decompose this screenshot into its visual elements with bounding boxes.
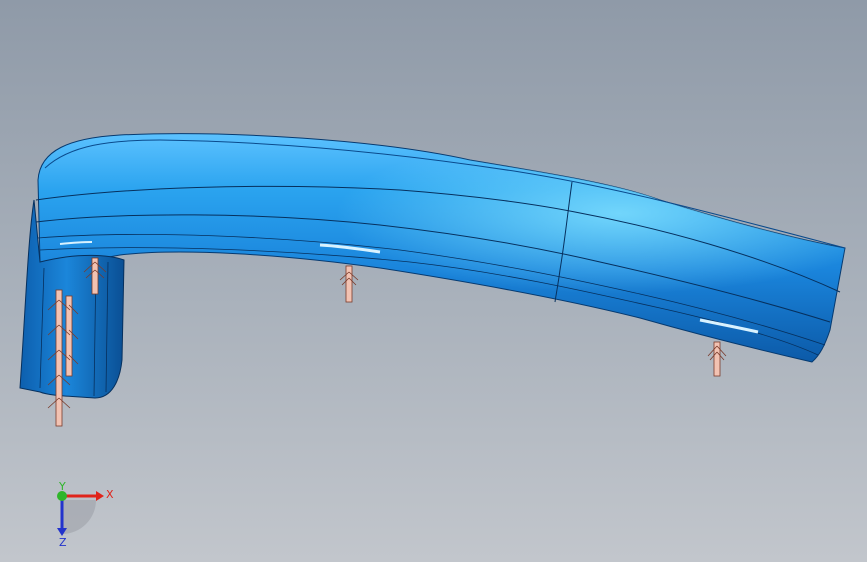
ejector-pin-2[interactable] — [339, 265, 359, 303]
x-axis-head — [96, 491, 104, 501]
graphics-viewport[interactable]: X Y Z — [0, 0, 867, 562]
x-axis-label: X — [106, 488, 114, 501]
triad-shadow — [62, 500, 96, 534]
y-axis-label: Y — [58, 480, 66, 493]
orientation-triad[interactable]: X Y Z — [44, 478, 124, 548]
ejector-pin-3[interactable] — [707, 341, 727, 377]
z-axis-label: Z — [59, 536, 67, 548]
bumper-part-model[interactable] — [0, 0, 867, 562]
